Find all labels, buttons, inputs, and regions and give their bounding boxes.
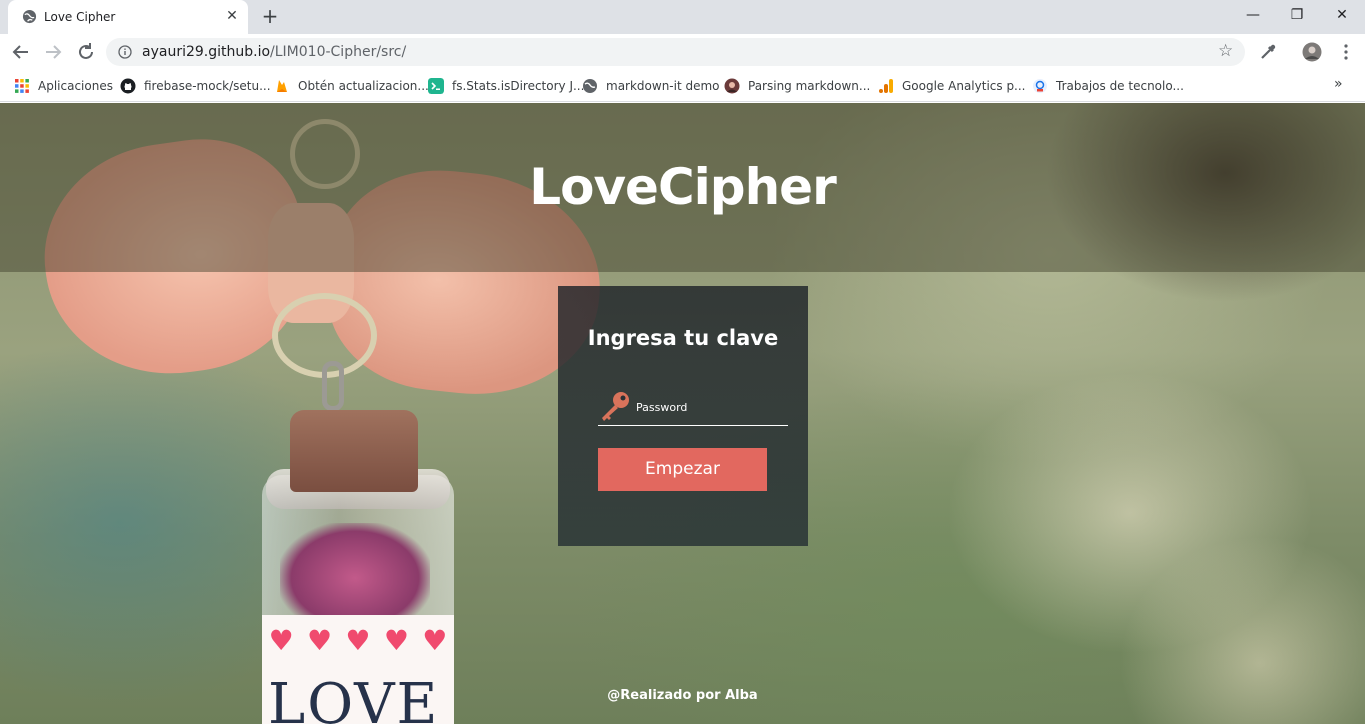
bookmark-markdown-it[interactable]: markdown-it demo — [582, 76, 720, 96]
info-icon[interactable] — [118, 45, 132, 59]
bookmark-obten-actualizacion[interactable]: Obtén actualizacion... — [274, 76, 429, 96]
kebab-menu-icon[interactable] — [1336, 42, 1356, 62]
new-tab-button[interactable]: + — [260, 6, 280, 26]
password-field — [598, 390, 788, 426]
bookmark-firebase-mock[interactable]: firebase-mock/setu... — [120, 76, 271, 96]
heart-icon: ♥ — [345, 624, 371, 657]
url-text: ayauri29.github.io/LIM010-Cipher/src/ — [142, 44, 406, 60]
globe-icon — [22, 9, 37, 24]
footer-credit: @Realizado por Alba — [607, 688, 758, 703]
heart-icon: ♥ — [268, 624, 294, 657]
job-icon — [1033, 79, 1047, 93]
github-icon — [120, 78, 136, 94]
password-input[interactable] — [636, 396, 786, 418]
bookmark-label: Trabajos de tecnolo... — [1056, 79, 1184, 93]
restore-button[interactable]: ❐ — [1282, 5, 1312, 25]
forward-arrow-icon[interactable] — [42, 41, 64, 63]
browser-toolbar: ayauri29.github.io/LIM010-Cipher/src/ ☆ — [0, 34, 1365, 70]
tab-title: Love Cipher — [44, 10, 116, 24]
bookmark-label: markdown-it demo — [606, 79, 720, 93]
heart-icon: ♥ — [307, 624, 333, 657]
bottle-hook — [322, 361, 344, 411]
avatar-icon — [724, 78, 740, 94]
apps-grid-icon — [15, 79, 29, 93]
heart-icon: ♥ — [383, 624, 409, 657]
tab-strip: Love Cipher ✕ + — ❐ ✕ — [0, 0, 1365, 34]
login-card: Ingresa tu clave Empezar — [558, 286, 808, 546]
bottle-hearts: ♥ ♥ ♥ ♥ ♥ — [262, 621, 454, 661]
profile-avatar-icon[interactable] — [1302, 42, 1322, 62]
bookmark-label: fs.Stats.isDirectory J... — [452, 79, 585, 93]
brand-title: LoveCipher — [529, 158, 837, 216]
key-icon — [602, 392, 629, 421]
bookmark-star-icon[interactable]: ☆ — [1218, 41, 1233, 61]
close-window-button[interactable]: ✕ — [1327, 5, 1357, 25]
bookmark-label: Aplicaciones — [38, 79, 113, 93]
address-bar[interactable]: ayauri29.github.io/LIM010-Cipher/src/ ☆ — [106, 38, 1245, 66]
bookmark-trabajos[interactable]: Trabajos de tecnolo... — [1032, 76, 1184, 96]
start-button[interactable]: Empezar — [598, 448, 767, 491]
bookmark-parsing-markdown[interactable]: Parsing markdown... — [724, 76, 870, 96]
url-host: ayauri29.github.io — [142, 44, 271, 60]
bookmark-label: Parsing markdown... — [748, 79, 871, 93]
card-title: Ingresa tu clave — [587, 326, 779, 350]
heart-icon: ♥ — [422, 624, 448, 657]
bookmark-label: Google Analytics p... — [902, 79, 1026, 93]
back-arrow-icon[interactable] — [10, 41, 32, 63]
bottle-cork — [290, 410, 418, 492]
globe-icon — [583, 79, 597, 93]
bookmark-label: firebase-mock/setu... — [144, 79, 271, 93]
bookmarks-bar: Aplicaciones firebase-mock/setu... Obtén… — [0, 70, 1365, 102]
bookmark-google-analytics[interactable]: Google Analytics p... — [878, 76, 1026, 96]
tab-close-icon[interactable]: ✕ — [224, 8, 240, 24]
minimize-button[interactable]: — — [1238, 5, 1268, 25]
bookmark-fs-stats[interactable]: fs.Stats.isDirectory J... — [428, 76, 584, 96]
reload-icon[interactable] — [75, 41, 97, 63]
browser-tab[interactable]: Love Cipher ✕ — [8, 0, 248, 34]
more-bookmarks-chevron-icon[interactable]: » — [1334, 76, 1343, 92]
bookmark-aplicaciones[interactable]: Aplicaciones — [14, 76, 113, 96]
terminal-icon — [428, 78, 444, 94]
bookmark-label: Obtén actualizacion... — [298, 79, 429, 93]
analytics-icon — [879, 79, 893, 93]
page-background: ♥ ♥ ♥ ♥ ♥ LOVE LoveCipher Ingresa tu cla… — [0, 103, 1365, 724]
eyedropper-icon[interactable] — [1258, 42, 1278, 62]
firebase-icon — [277, 80, 287, 92]
url-path: /LIM010-Cipher/src/ — [270, 44, 407, 60]
